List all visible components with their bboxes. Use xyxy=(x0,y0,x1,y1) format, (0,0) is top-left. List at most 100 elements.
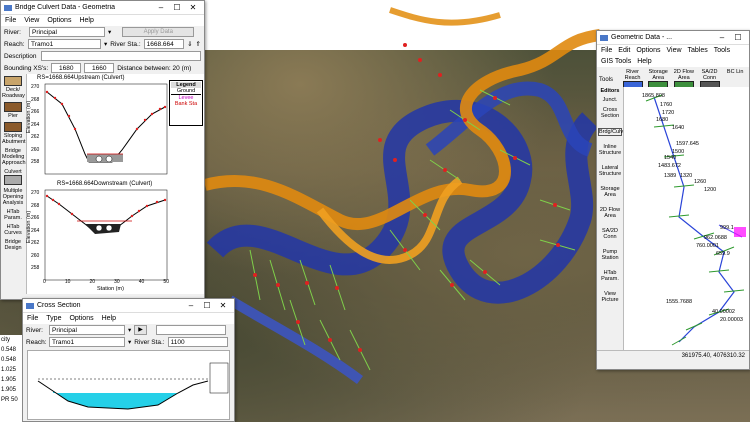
station-label: River Sta.: xyxy=(110,40,141,48)
multiple-opening-button[interactable]: Multiple Opening Analysis xyxy=(2,188,24,206)
menu-tools[interactable]: Tools xyxy=(714,47,730,54)
bc-lines-tool[interactable]: BC Lin xyxy=(723,69,747,85)
sa-2d-conn-tool[interactable]: SA/2D Conn xyxy=(698,69,722,89)
menu-edit[interactable]: Edit xyxy=(618,47,630,54)
downstream-culvert-fill xyxy=(85,224,121,234)
sta-label: 1500 xyxy=(672,149,685,155)
pier-button[interactable]: Pier xyxy=(2,102,24,119)
cross-description-field[interactable] xyxy=(155,325,226,335)
sta-label: 40.00002 xyxy=(712,309,735,315)
culvert-opening xyxy=(105,155,113,163)
menu-tables[interactable]: Tables xyxy=(688,47,708,54)
app-icon xyxy=(4,4,12,11)
2d-flow-area-tool[interactable]: 2D Flow Area xyxy=(672,69,696,89)
sta-label: 20.00003 xyxy=(720,317,743,323)
upstream-ground xyxy=(46,91,166,163)
station-select[interactable]: 1668.664 xyxy=(143,39,185,49)
inline-structure-button[interactable]: Inline Structure xyxy=(598,144,622,156)
editors-label: Editors xyxy=(600,88,620,94)
description-field[interactable] xyxy=(41,51,201,61)
river-select[interactable]: Principal xyxy=(49,325,125,335)
geo-titlebar[interactable]: Geometric Data - ... – ☐ xyxy=(597,31,749,45)
pump-station-button[interactable]: Pump Station xyxy=(598,249,622,261)
junct-button[interactable]: Junct. xyxy=(598,97,622,103)
cross-section-button[interactable]: Cross Section xyxy=(598,107,622,119)
sta-label: 1555.7688 xyxy=(666,299,692,305)
sta-label: 1680 xyxy=(656,117,669,123)
menu-options[interactable]: Options xyxy=(69,315,93,322)
geo-menubar-2: GIS Tools Help xyxy=(597,56,749,67)
storage-area-editor-button[interactable]: Storage Area xyxy=(598,186,622,198)
sta-label: 1320 xyxy=(680,173,693,179)
sta-label: 659.9 xyxy=(716,251,730,257)
reach-row: Reach: Tramo1 ▾ River Sta.: 1668.664 ⇓ ⇑ xyxy=(1,38,204,50)
deck-roadway-button[interactable]: Deck/ Roadway xyxy=(2,76,25,99)
chevron-down-icon[interactable]: ▾ xyxy=(128,326,131,334)
sta-label: 1483.672 xyxy=(658,163,681,169)
bridge-plot-area: RS=1668.664Upstream (Culvert) RS=1668.66… xyxy=(26,74,204,294)
bridge-culvert-window[interactable]: Bridge Culvert Data - Geometria – ☐ ✕ Fi… xyxy=(0,0,205,300)
menu-file[interactable]: File xyxy=(601,47,612,54)
menu-view[interactable]: View xyxy=(666,47,681,54)
menu-help[interactable]: Help xyxy=(102,315,116,322)
htab-param-button[interactable]: HTab Param. xyxy=(2,209,24,221)
close-icon[interactable]: ✕ xyxy=(215,301,231,310)
up-arrow-icon[interactable]: ⇑ xyxy=(196,40,201,48)
geo-toolbar: Tools River Reach Storage Area 2D Flow A… xyxy=(597,67,749,89)
htab-curves-button[interactable]: HTab Curves xyxy=(2,224,24,236)
chevron-down-icon[interactable]: ▾ xyxy=(128,338,131,346)
geo-title: Geometric Data - ... xyxy=(611,34,673,41)
cross-menubar: File Type Options Help xyxy=(23,313,234,324)
apply-data-button[interactable]: Apply Data xyxy=(122,27,195,37)
chevron-down-icon[interactable]: ▾ xyxy=(108,28,111,36)
play-button[interactable]: ▶ xyxy=(134,325,147,335)
menu-help[interactable]: Help xyxy=(637,58,651,65)
menu-gis-tools[interactable]: GIS Tools xyxy=(601,58,631,65)
station-select[interactable]: 1100 xyxy=(167,337,228,347)
menu-help[interactable]: Help xyxy=(79,17,93,24)
bridge-design-button[interactable]: Bridge Design xyxy=(2,239,24,251)
sa-2d-conn-editor-button[interactable]: SA/2D Conn xyxy=(598,228,622,240)
2d-flow-area-editor-button[interactable]: 2D Flow Area xyxy=(598,207,622,219)
down-arrow-icon[interactable]: ⇓ xyxy=(187,40,192,48)
menu-options[interactable]: Options xyxy=(47,17,71,24)
cross-section-window[interactable]: Cross Section – ☐ ✕ File Type Options He… xyxy=(22,298,235,422)
geo-statusbar: 361975.40, 4076310.32 xyxy=(597,350,749,361)
menu-view[interactable]: View xyxy=(24,17,39,24)
app-icon xyxy=(600,34,608,41)
cross-plot xyxy=(27,350,230,420)
cross-titlebar[interactable]: Cross Section – ☐ ✕ xyxy=(23,299,234,313)
menu-type[interactable]: Type xyxy=(46,315,61,322)
river-select[interactable]: Principal xyxy=(29,27,105,37)
maximize-icon[interactable]: ☐ xyxy=(169,3,185,12)
close-icon[interactable]: ✕ xyxy=(185,3,201,12)
minimize-icon[interactable]: – xyxy=(153,3,169,12)
bounding-downstream: 1660 xyxy=(84,63,115,73)
menu-file[interactable]: File xyxy=(5,17,16,24)
menu-file[interactable]: File xyxy=(27,315,38,322)
bridge-modeling-approach-button[interactable]: Bridge Modeling Approach xyxy=(2,148,26,166)
minimize-icon[interactable]: – xyxy=(714,33,730,42)
minimize-icon[interactable]: – xyxy=(183,301,199,310)
maximize-icon[interactable]: ☐ xyxy=(199,301,215,310)
brdg-culv-button[interactable]: Brdg/Culv xyxy=(598,128,623,136)
reach-select[interactable]: Tramo1 xyxy=(49,337,125,347)
chevron-down-icon[interactable]: ▾ xyxy=(104,40,107,48)
culvert-button[interactable]: Culvert xyxy=(2,169,24,185)
bridge-titlebar[interactable]: Bridge Culvert Data - Geometria – ☐ ✕ xyxy=(1,1,204,15)
sloping-abutment-button[interactable]: Sloping Abutment xyxy=(2,122,26,145)
view-picture-button[interactable]: View Picture xyxy=(598,291,622,303)
storage-area-tool[interactable]: Storage Area xyxy=(646,69,670,89)
river-reach-tool[interactable]: River Reach xyxy=(621,69,645,89)
geometric-data-window[interactable]: Geometric Data - ... – ☐ File Edit Optio… xyxy=(596,30,750,370)
geo-schematic[interactable]: 1865.808 1760 1720 1680 1640 1597.645 15… xyxy=(624,87,749,350)
reach-select[interactable]: Tramo1 xyxy=(28,39,102,49)
station-label: River Sta.: xyxy=(134,338,165,346)
lateral-structure-button[interactable]: Lateral Structure xyxy=(598,165,622,177)
legend-box: Legend Ground Levee Bank Sta xyxy=(169,80,203,126)
menu-options[interactable]: Options xyxy=(636,47,660,54)
river-label: River: xyxy=(4,28,21,36)
coords-readout: 361975.40, 4076310.32 xyxy=(681,353,745,359)
maximize-icon[interactable]: ☐ xyxy=(730,33,746,42)
htab-param-editor-button[interactable]: HTab Param. xyxy=(598,270,622,282)
